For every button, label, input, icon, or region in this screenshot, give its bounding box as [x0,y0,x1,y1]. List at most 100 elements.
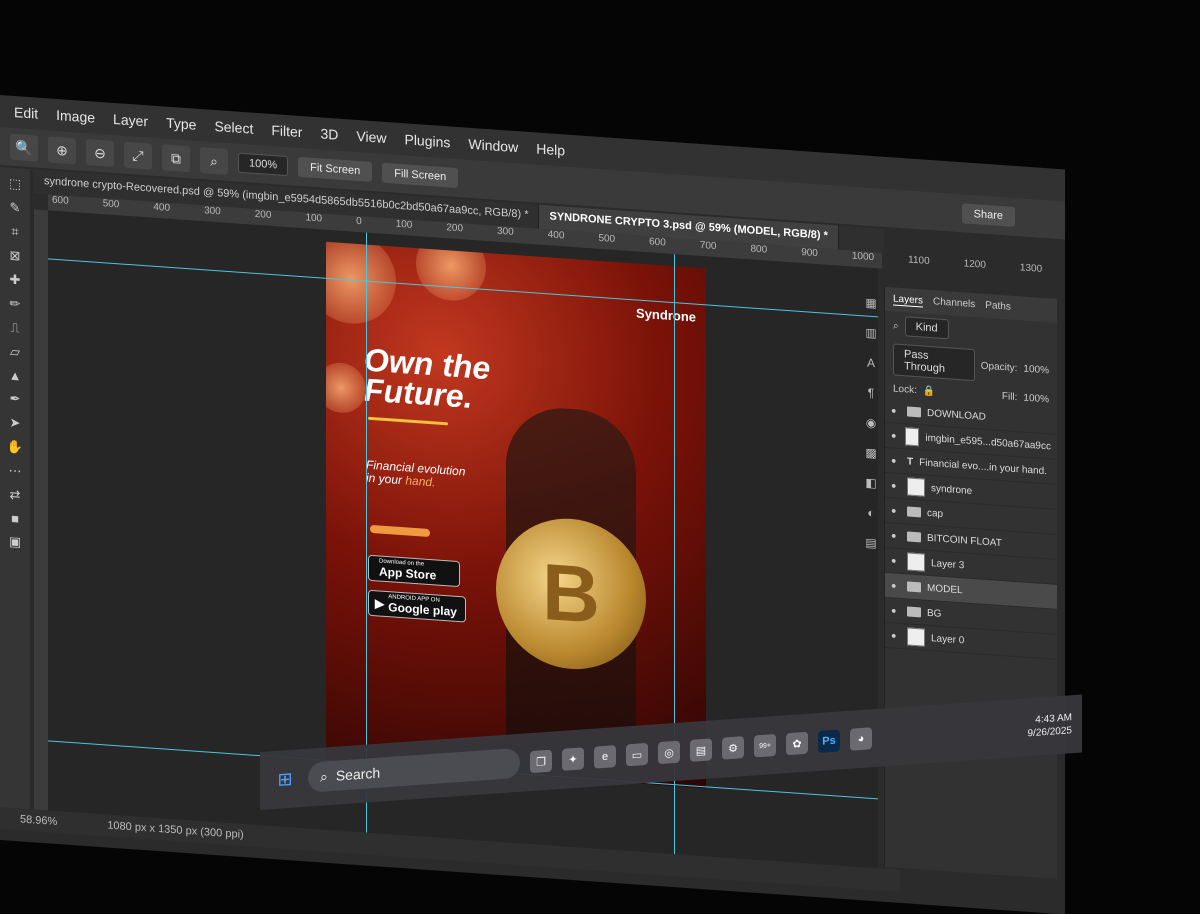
history-icon[interactable]: ▦ [865,296,876,311]
menu-plugins[interactable]: Plugins [404,131,450,150]
notepad-icon[interactable]: ▤ [690,738,712,762]
fill-value[interactable]: 100% [1023,393,1049,406]
panel-icons: ▦ ▥ A ¶ ◉ ▩ ◧ ◐ ▤ [860,285,882,757]
menu-image[interactable]: Image [56,107,95,126]
visibility-eye-icon[interactable]: ● [891,630,901,641]
ruler-tick-label: 500 [598,232,616,246]
system-clock[interactable]: 4:43 AM 9/26/2025 [1028,711,1073,740]
blend-mode-select[interactable]: Pass Through [893,343,975,382]
more-tools-icon[interactable]: ⋯ [9,463,22,480]
zoom-out-icon[interactable]: ⊖ [86,139,114,167]
layer-name: DOWNLOAD [927,407,986,423]
scrubby-zoom-icon[interactable]: ⧉ [162,144,190,173]
tab-paths[interactable]: Paths [985,300,1011,314]
instagram-icon[interactable]: ◎ [658,740,680,765]
taskbar-search[interactable]: ⌕ Search [308,747,520,793]
layer-name: Layer 3 [931,557,965,571]
visibility-eye-icon[interactable]: ● [891,505,901,516]
fit-screen-button[interactable]: Fit Screen [298,156,373,183]
zoom-percent-field[interactable]: 100% [238,152,289,177]
artboard[interactable]: Syndrone Own the Future. Financial evolu… [326,241,706,789]
marquee-tool-icon[interactable]: ⬚ [9,176,21,193]
menu-3d[interactable]: 3D [320,125,338,142]
menu-layer[interactable]: Layer [113,111,148,129]
zoom-all-icon[interactable]: ⌕ [200,146,228,175]
adjustments-icon[interactable]: ◐ [867,506,874,521]
swap-colors-icon[interactable]: ⇄ [10,487,21,504]
paragraph-icon[interactable]: ¶ [868,386,874,400]
task-view-icon[interactable]: ❐ [530,749,552,774]
folder-icon [907,606,921,618]
accent-bar [370,524,430,538]
ruler-tick-label: 0 [356,215,362,228]
healing-tool-icon[interactable]: ✚ [10,272,21,289]
fill-label: Fill: [1001,391,1018,404]
foreground-color-swatch[interactable]: ■ [11,511,19,527]
file-explorer-icon[interactable]: ▭ [626,742,648,767]
visibility-eye-icon[interactable]: ● [891,455,901,466]
visibility-eye-icon[interactable]: ● [891,405,901,416]
gradient-tool-icon[interactable]: ▲ [9,368,22,384]
brand-logo: Syndrone [636,305,696,325]
eraser-tool-icon[interactable]: ▱ [10,344,20,361]
layer-thumbnail [907,627,925,647]
whatsapp-icon[interactable]: 99+ [754,733,776,758]
settings-icon[interactable]: ⚙ [722,736,744,760]
visibility-eye-icon[interactable]: ● [891,555,901,566]
pen-tool-icon[interactable]: ✒ [10,391,21,408]
resize-windows-icon[interactable]: ⤢ [124,141,152,170]
tagline: Financial evolution in your hand. [366,458,486,493]
tab-channels[interactable]: Channels [933,296,975,311]
properties-icon[interactable]: ▥ [865,326,876,341]
play-icon: ▶ [375,596,385,611]
zoom-tool-icon[interactable]: 🔍 [10,133,38,162]
menu-view[interactable]: View [356,128,386,146]
brush-tool-icon[interactable]: ✏ [10,296,21,313]
layer-name: syndrone [931,482,973,497]
zoom-in-icon[interactable]: ⊕ [48,136,76,165]
stamp-tool-icon[interactable]: ⎍ [10,320,19,337]
guide-line[interactable] [366,232,367,833]
menu-select[interactable]: Select [214,118,253,137]
crop-tool-icon[interactable]: ⌗ [11,224,18,241]
lasso-tool-icon[interactable]: ✎ [10,200,21,217]
visibility-eye-icon[interactable]: ● [891,580,901,591]
hand-tool-icon[interactable]: ✋ [7,438,23,455]
tagline-highlight: hand. [405,473,436,490]
tab-layers[interactable]: Layers [893,293,924,308]
move-tool-icon[interactable]: ➤ [10,415,21,432]
visibility-eye-icon[interactable]: ● [891,480,901,491]
chatgpt-icon[interactable]: ✿ [786,731,808,756]
folder-icon [907,506,921,518]
color-icon[interactable]: ◉ [866,416,876,431]
character-icon[interactable]: A [867,356,875,371]
menu-type[interactable]: Type [166,115,196,133]
lock-icon[interactable]: 🔒 [923,386,935,398]
ruler-tick-label: 400 [153,201,171,214]
menu-filter[interactable]: Filter [271,122,302,140]
fill-screen-button[interactable]: Fill Screen [382,162,459,189]
swatches-icon[interactable]: ▩ [865,446,876,461]
windows-start-icon[interactable]: ⊞ [272,765,298,793]
visibility-eye-icon[interactable]: ● [891,605,901,616]
photoshop-icon[interactable]: Ps [818,729,840,753]
copilot-icon[interactable]: ✦ [562,747,584,771]
visibility-eye-icon[interactable]: ● [891,530,901,541]
layer-thumbnail [904,427,920,447]
ruler-tick-label: 300 [204,205,221,218]
gradients-icon[interactable]: ◧ [865,476,876,491]
menu-edit[interactable]: Edit [14,104,38,122]
chrome-icon[interactable]: ◕ [850,727,872,751]
visibility-eye-icon[interactable]: ● [891,430,899,441]
menu-window[interactable]: Window [468,136,518,155]
frame-tool-icon[interactable]: ⊠ [10,248,21,265]
kind-filter[interactable]: Kind [904,316,949,340]
layer-name: BG [927,607,942,620]
share-button[interactable]: Share [961,203,1015,227]
layers-panel: Layers Channels Paths ⌕ Kind Pass Throug… [884,286,1057,879]
screen-mode-icon[interactable]: ▣ [9,534,21,551]
libraries-icon[interactable]: ▤ [865,536,876,551]
edge-icon[interactable]: e [594,745,616,769]
opacity-value[interactable]: 100% [1023,363,1049,376]
menu-help[interactable]: Help [536,140,565,158]
